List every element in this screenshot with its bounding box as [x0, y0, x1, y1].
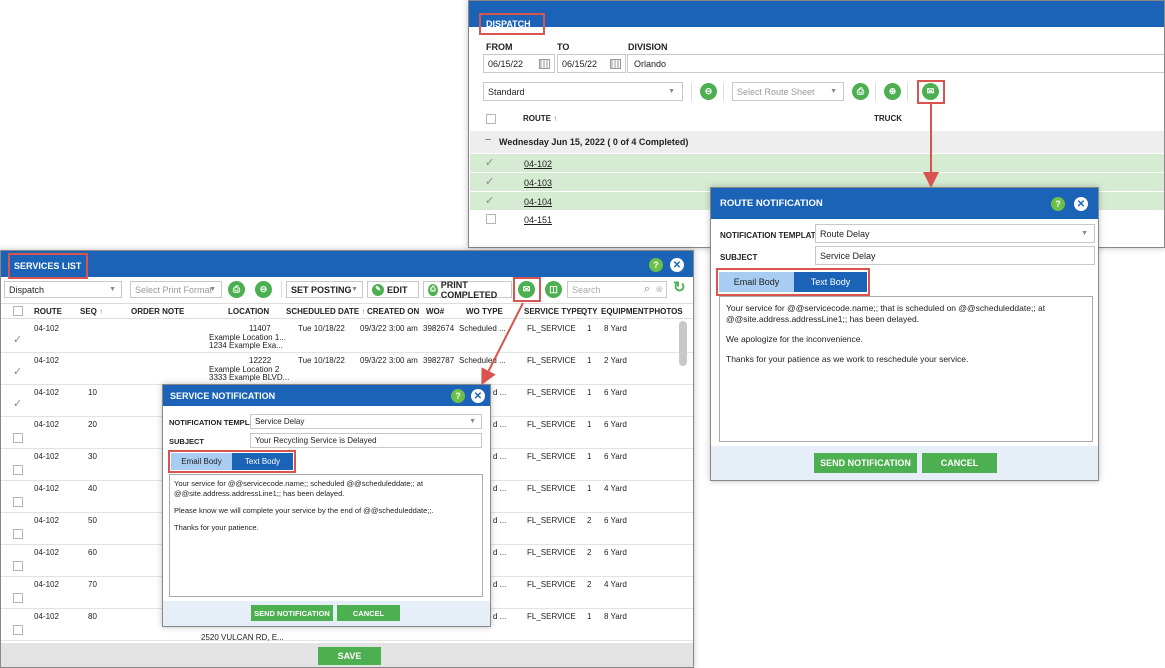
callout-arrows [481, 103, 939, 386]
arrow-service-notification [481, 302, 524, 386]
